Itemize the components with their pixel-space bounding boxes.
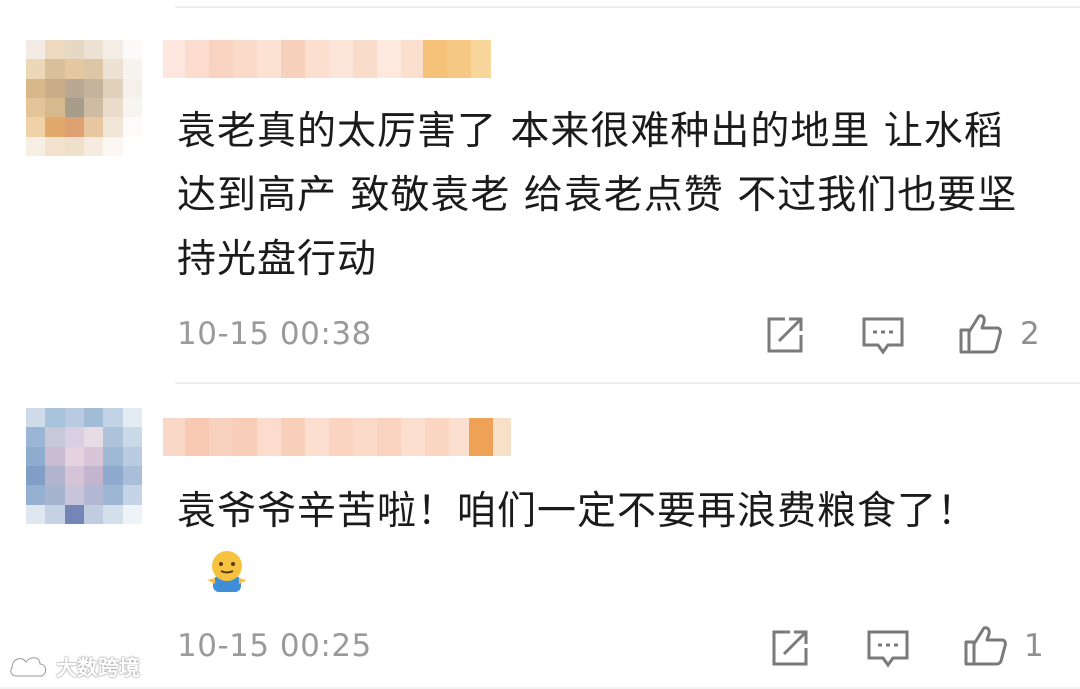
comment-text-content: 袁爷爷辛苦啦！咱们一定不要再浪费粮食了！	[177, 489, 978, 534]
username[interactable]	[163, 40, 491, 78]
avatar[interactable]	[26, 40, 142, 156]
comment-text: 袁爷爷辛苦啦！咱们一定不要再浪费粮食了！	[177, 480, 1037, 608]
comment-timestamp: 10-15 00:38	[177, 316, 372, 352]
comment-feed: 袁老真的太厉害了 本来很难种出的地里 让水稻达到高产 致敬袁老 给袁老点赞 不过…	[0, 0, 1080, 689]
comment-divider	[175, 382, 1080, 384]
repost-icon[interactable]	[768, 626, 812, 670]
watermark-logo-icon	[9, 656, 48, 678]
username[interactable]	[163, 418, 511, 456]
comment-icon[interactable]	[860, 313, 906, 357]
watermark-text: 大数跨境	[56, 656, 140, 680]
comment-timestamp: 10-15 00:25	[177, 628, 372, 664]
thumbs-up-icon[interactable]	[957, 310, 1002, 354]
like-count: 2	[1020, 316, 1040, 352]
avatar[interactable]	[26, 408, 142, 524]
thumbs-up-icon[interactable]	[962, 622, 1007, 666]
like-count: 1	[1024, 628, 1044, 664]
watermark: 大数跨境	[8, 652, 140, 682]
smiling-face-emoji	[207, 551, 247, 592]
repost-icon[interactable]	[763, 313, 807, 357]
top-divider	[175, 6, 1080, 8]
comment-text: 袁老真的太厉害了 本来很难种出的地里 让水稻达到高产 致敬袁老 给袁老点赞 不过…	[177, 109, 1018, 282]
comment-icon[interactable]	[865, 626, 911, 670]
